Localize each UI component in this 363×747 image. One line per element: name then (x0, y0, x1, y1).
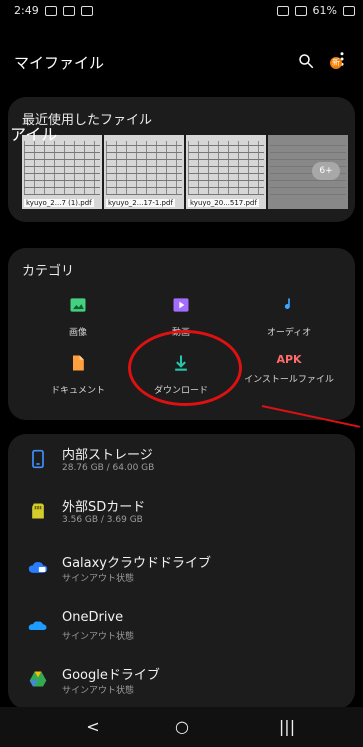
storage-name: OneDrive (62, 610, 124, 625)
phone-icon (32, 449, 44, 469)
status-left: 2:49 (14, 4, 93, 17)
storage-item-onedrive[interactable]: OneDrive サインアウト状態 (20, 606, 340, 650)
recent-file-thumb[interactable]: kyuyo_20...517.pdf (186, 135, 266, 209)
recent-file-label: kyuyo_2...7 (1).pdf (24, 199, 94, 207)
recent-file-thumb[interactable]: kyuyo_2...7 (1).pdf (22, 135, 102, 209)
recent-file-thumb[interactable]: kyuyo_2...17-1.pdf (104, 135, 184, 209)
overlay-text: アイル (10, 125, 58, 144)
category-label: 画像 (68, 328, 87, 338)
category-document[interactable]: ドキュメント (23, 353, 133, 396)
storage-sub: 3.56 GB / 3.69 GB (62, 515, 143, 525)
category-install-files[interactable]: APK インストールファイル (234, 353, 344, 385)
navigation-bar: < ○ ||| (0, 707, 363, 747)
storage-sub: サインアウト状態 (62, 686, 135, 696)
cloud-icon (28, 562, 48, 573)
storage-name: 内部ストレージ (62, 448, 153, 463)
recent-file-label: kyuyo_2...17-1.pdf (106, 199, 175, 207)
storage-item-google-drive[interactable]: Googleドライブ サインアウト状態 (20, 660, 340, 704)
apk-icon: APK (276, 353, 302, 366)
storage-name: Galaxyクラウドドライブ (62, 556, 212, 571)
category-label: ドキュメント (50, 386, 105, 396)
battery-icon (343, 5, 355, 16)
alarm-icon (276, 5, 289, 16)
storage-name: 外部SDカード (62, 500, 146, 515)
pdf-preview (188, 141, 264, 195)
storage-card: 内部ストレージ 28.76 GB / 64.00 GB 外部SDカード 3.56… (8, 434, 355, 709)
highlight-circle (128, 330, 242, 406)
status-right: 61% (276, 4, 355, 17)
mail-icon (62, 5, 75, 16)
battery-text: 61% (312, 4, 337, 17)
status-bar: 2:49 61% (0, 0, 363, 22)
sd-card-icon (32, 503, 44, 519)
page-title: マイファイル (14, 54, 105, 72)
storage-sub: サインアウト状態 (62, 632, 135, 642)
audio-icon (284, 298, 290, 310)
pdf-preview (24, 141, 100, 195)
more-count: 6+ (312, 162, 340, 180)
recent-files-card: 最近使用したファイル kyuyo_2...7 (1).pdf kyuyo_2..… (8, 97, 355, 222)
signal-icon (294, 5, 307, 16)
storage-item-internal[interactable]: 内部ストレージ 28.76 GB / 64.00 GB (20, 440, 340, 484)
category-title: カテゴリ (22, 264, 75, 279)
storage-name: Googleドライブ (62, 668, 160, 683)
category-label: オーディオ (266, 328, 312, 338)
more-menu[interactable]: 新 (330, 50, 351, 72)
app-bar: マイファイル 新 (0, 36, 363, 88)
more-files-thumb[interactable]: 6+ (268, 135, 348, 209)
google-drive-icon (29, 671, 47, 687)
category-image[interactable]: 画像 (23, 295, 133, 338)
image-icon (70, 298, 86, 312)
pdf-preview (106, 141, 182, 195)
home-button[interactable]: ○ (167, 717, 197, 737)
storage-item-sd[interactable]: 外部SDカード 3.56 GB / 3.69 GB (20, 492, 340, 536)
recent-apps-button[interactable]: ||| (272, 717, 302, 737)
new-badge: 新 (330, 57, 342, 69)
gallery-icon (44, 5, 57, 16)
video-icon (173, 298, 189, 312)
storage-item-galaxy-cloud[interactable]: Galaxyクラウドドライブ サインアウト状態 (20, 548, 340, 592)
category-audio[interactable]: オーディオ (234, 295, 344, 338)
recent-file-label: kyuyo_20...517.pdf (188, 199, 259, 207)
document-icon (73, 355, 84, 371)
status-time: 2:49 (14, 4, 39, 17)
back-button[interactable]: < (78, 717, 108, 737)
category-label: インストールファイル (244, 375, 334, 385)
storage-sub: サインアウト状態 (62, 574, 135, 584)
app-actions: 新 (297, 50, 351, 72)
onedrive-icon (28, 621, 47, 630)
search-icon[interactable] (297, 52, 315, 70)
notification-icon (80, 5, 93, 16)
storage-sub: 28.76 GB / 64.00 GB (62, 463, 155, 473)
